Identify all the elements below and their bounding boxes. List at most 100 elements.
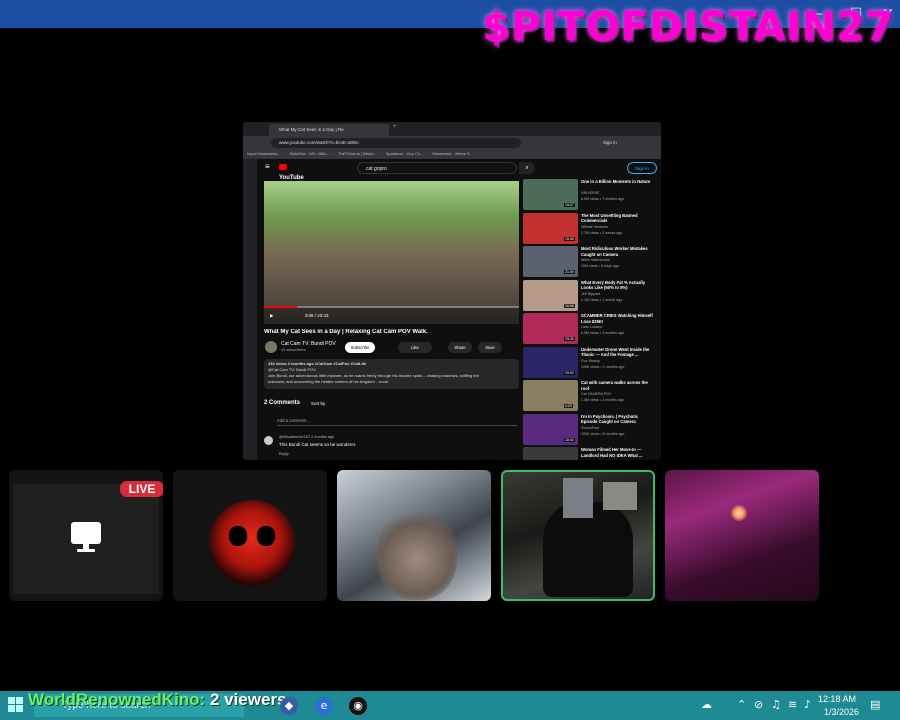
video-duration: 29:35 (564, 337, 575, 341)
recommendation-title[interactable]: Underwater Drone Went Inside the Titanic… (581, 347, 653, 358)
windows-start-icon[interactable] (8, 697, 24, 713)
participant-video (377, 510, 457, 600)
recommendation-item[interactable]: 15:08 The Most Unsettling Banned Commerci… (523, 212, 659, 245)
youtube-signin-button[interactable]: Sign in (627, 162, 657, 174)
browser-tab-bar: What My Cat Sees in a Day | Re + (243, 122, 661, 136)
bookmark[interactable]: Streameast - Where S... (432, 152, 473, 156)
menu-icon[interactable]: ≡ (265, 162, 270, 171)
like-button[interactable]: Like (398, 342, 432, 353)
bookmark[interactable]: StrikeOut - NFL, NBA... (290, 152, 329, 156)
recommendation-title[interactable]: I'm In Psychosis. | Psychotic Episode Ca… (581, 414, 653, 425)
subscribe-button[interactable]: Subscribe (345, 342, 375, 353)
browser-side-rail (243, 159, 257, 460)
browser-signin[interactable]: Sign in (603, 138, 617, 148)
browser-tab[interactable]: What My Cat Sees in a Day | Re (269, 124, 389, 136)
weather-icon[interactable]: ☁ (701, 698, 712, 712)
play-icon[interactable]: ▶ (270, 313, 273, 318)
viewer-count: 2 viewers (209, 690, 287, 709)
taskbar-clock-time[interactable]: 12:18 AM (818, 694, 856, 704)
recommendation-channel: Cat CAMERA POV (581, 392, 612, 396)
monitor-icon (77, 549, 95, 552)
participant-video (731, 505, 747, 521)
recommendation-item[interactable]: 29:00 Underwater Drone Went Inside the Ti… (523, 346, 659, 379)
recommendation-item[interactable]: 29:35 SCAMMER CRIES Watching Himself Lose… (523, 312, 659, 345)
bookmark[interactable]: Spartacus - Your Co... (386, 152, 423, 156)
recommendation-thumbnail[interactable] (523, 447, 578, 460)
bookmark[interactable]: Import bookmarks... (247, 152, 281, 156)
bookmark[interactable]: TheTVbox.to | Watch... (338, 152, 377, 156)
participant-tile-camera[interactable] (337, 470, 491, 601)
participant-video (209, 500, 295, 586)
search-input[interactable]: cat gopro (357, 162, 517, 174)
network-off-icon[interactable]: ⊘ (754, 698, 763, 712)
video-duration: 29:00 (564, 370, 575, 375)
recommendation-meta: 2.7M views • 3 weeks ago (581, 230, 623, 235)
wifi-icon[interactable]: ≋ (788, 698, 797, 712)
video-description[interactable]: 434 views 2 months ago #CatCam #CatPov #… (264, 359, 519, 389)
video-duration: 19:27 (564, 203, 575, 207)
recommendation-item[interactable]: 16:06 What Every Body Fat % Actually Look… (523, 279, 659, 312)
comments-count: 2 Comments (264, 400, 301, 406)
recommendation-item[interactable]: 18:44 I'm In Psychosis. | Psychotic Episo… (523, 413, 659, 446)
chevron-up-icon[interactable]: ⌃ (737, 698, 746, 712)
recommendation-title[interactable]: What Every Body Fat % Actually Looks Lik… (581, 280, 653, 291)
recommendation-title[interactable]: The Most Unsettling Banned Commercials (581, 213, 653, 224)
add-comment-input[interactable]: Add a comment... (277, 418, 517, 426)
video-player[interactable]: ▶ 3:06 / 23:43 (264, 181, 519, 324)
recommendation-item[interactable]: Woman Filmed Her Move-In — Landlord Had … (523, 446, 659, 460)
notification-icon[interactable]: ▤ (870, 698, 880, 712)
recommendation-title[interactable]: Most Ridiculous Worker Mistakes Caught o… (581, 246, 653, 257)
recommendation-title[interactable]: One in a Billion Moments in Nature (581, 179, 653, 185)
participant-tile-screenshare[interactable]: LIVE (9, 470, 163, 601)
live-badge: LIVE (120, 481, 163, 497)
recommendation-meta: 128K views • 2 months ago (581, 364, 625, 369)
volume-icon[interactable]: ♪ (804, 698, 811, 712)
comment-avatar[interactable] (264, 436, 273, 445)
participant-tile-room[interactable] (665, 470, 819, 601)
new-tab-icon[interactable]: + (393, 124, 397, 130)
participant-tile-mask[interactable] (173, 470, 327, 601)
obs-icon[interactable]: ◉ (349, 697, 367, 715)
recommendation-item[interactable]: 4:20 Cat with camera walks across the roo… (523, 379, 659, 412)
channel-name[interactable]: Cat Cam TV: Bundi POV (281, 341, 336, 347)
recommendations-list: 19:27 One in a Billion Moments in Nature U… (523, 178, 659, 460)
recommendation-channel: Fizz History (581, 358, 600, 363)
wall-photo (603, 482, 637, 510)
youtube-logo[interactable]: YouTube (279, 163, 309, 181)
video-duration: 15:08 (564, 236, 575, 241)
taskbar-clock-date[interactable]: 1/3/2026 (824, 707, 859, 717)
youtube-header: ≡ YouTube cat gopro ⌕ Sign in (257, 159, 661, 181)
recommendation-item[interactable]: 19:27 One in a Billion Moments in Nature U… (523, 178, 659, 211)
recommendation-channel: UNIVERSE (581, 191, 600, 195)
recommendation-item[interactable]: 21:09 Most Ridiculous Worker Mistakes Cau… (523, 245, 659, 278)
recommendation-meta: 6.5M views • 3 months ago (581, 331, 625, 335)
reply-button[interactable]: Reply (279, 452, 289, 456)
share-button[interactable]: Share (448, 342, 472, 353)
participant-tile-active-speaker[interactable] (501, 470, 655, 601)
edge-icon[interactable]: e (315, 697, 333, 715)
video-controls: ▶ 3:06 / 23:43 (264, 308, 519, 324)
recommendation-title[interactable]: SCAMMER CRIES Watching Himself Lose $25K… (581, 313, 653, 324)
save-button[interactable]: Save (478, 342, 502, 353)
recommendation-title[interactable]: Woman Filmed Her Move-In — Landlord Had … (581, 447, 653, 458)
comment-text: This Bundi Cat seems so be wonderer. (279, 442, 357, 447)
channel-avatar[interactable] (265, 341, 277, 353)
recommendation-title[interactable]: Cat with camera walks across the roof (581, 380, 653, 391)
recommendation-channel: SchizoFear (581, 425, 600, 430)
recommendation-meta: 100K views • 5 months ago (581, 431, 625, 436)
microphone-icon[interactable]: ♫ (771, 698, 781, 712)
video-time: 3:06 / 23:43 (304, 313, 329, 318)
search-icon[interactable]: ⌕ (519, 162, 535, 174)
recommendation-meta: 6.5M views • 7 months ago (581, 197, 625, 201)
video-duration: 21:09 (564, 270, 575, 274)
recommendation-channel: Liam Luciano (581, 325, 603, 329)
wall-photo (563, 478, 593, 518)
sort-by-button[interactable]: Sort by (311, 401, 325, 406)
viewer-count-overlay: WorldRenownedKino: 2 viewers (28, 690, 287, 709)
app-icon[interactable]: ◆ (280, 697, 298, 715)
streamer-name-overlay: $PITOFDISTAIN27 (482, 4, 894, 50)
url-field[interactable]: www.youtube.com/watch?v=bcxE-aDBo (271, 138, 521, 148)
comment-author[interactable]: @Killuateinner167 2 months ago (279, 435, 334, 439)
mask-eye (257, 526, 275, 546)
viewer-name: WorldRenownedKino (28, 690, 200, 709)
